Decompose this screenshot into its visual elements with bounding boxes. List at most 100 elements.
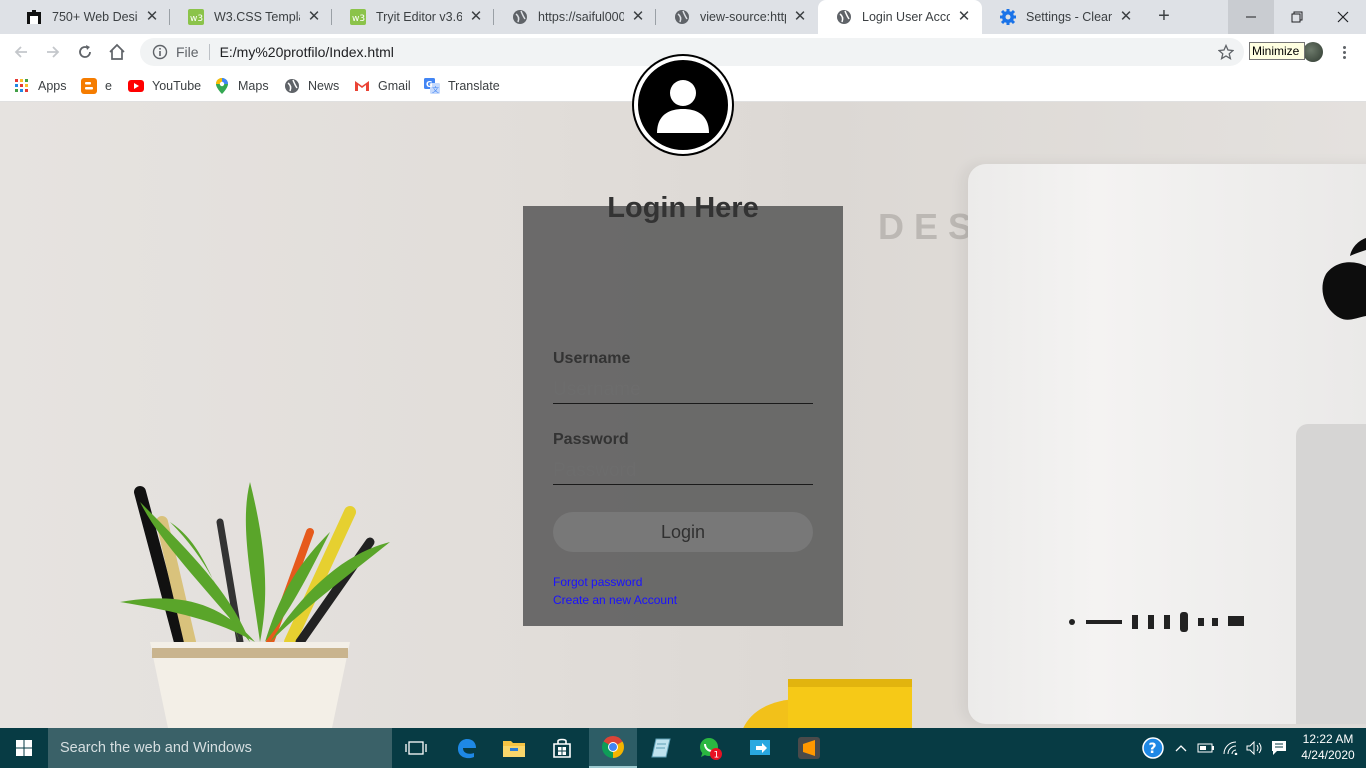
taskbar-search-box[interactable]: Search the web and Windows [48, 728, 392, 768]
notifications-tray-button[interactable] [1268, 728, 1290, 768]
globe-icon [284, 78, 300, 94]
tab-settings[interactable]: Settings - Clean up ✕ [982, 0, 1144, 34]
login-title: Login Here [607, 192, 759, 224]
file-explorer-taskbar-button[interactable] [490, 728, 538, 768]
store-bag-icon [553, 738, 571, 758]
login-card [523, 206, 843, 626]
login-button[interactable]: Login [553, 512, 813, 552]
home-button[interactable] [105, 40, 129, 64]
password-label: Password [553, 431, 629, 448]
tab-web-design[interactable]: 750+ Web Design ✕ [8, 0, 170, 34]
tab-tryit-editor[interactable]: w3 Tryit Editor v3.6 ✕ [332, 0, 494, 34]
action-center-icon [1272, 741, 1286, 755]
sublime-taskbar-button[interactable] [785, 728, 833, 768]
close-icon [1337, 11, 1349, 23]
help-tray-button[interactable]: ? [1140, 728, 1166, 768]
tab-saiful[interactable]: https://saiful000.g ✕ [494, 0, 656, 34]
create-account-link[interactable]: Create an new Account [553, 593, 677, 607]
translate-icon: G文 [424, 78, 440, 94]
back-arrow-icon [14, 46, 27, 58]
tab-w3css-templates[interactable]: w3 W3.CSS Templates ✕ [170, 0, 332, 34]
edge-taskbar-button[interactable] [442, 728, 490, 768]
tab-strip: 750+ Web Design ✕ w3 W3.CSS Templates ✕ … [0, 0, 1366, 34]
user-avatar-icon [634, 56, 732, 154]
site-favicon [26, 9, 42, 25]
close-tab-icon[interactable]: ✕ [1118, 9, 1134, 25]
system-clock[interactable]: 12:22 AM 4/24/2020 [1290, 731, 1366, 763]
blogger-icon [81, 78, 97, 94]
w3-favicon: w3 [350, 9, 366, 25]
minimize-button[interactable] [1228, 0, 1274, 34]
apple-logo-icon [1322, 238, 1366, 320]
notes-taskbar-button[interactable] [637, 728, 685, 768]
profile-avatar[interactable] [1303, 42, 1323, 62]
close-tab-icon[interactable]: ✕ [792, 9, 808, 25]
wifi-icon [1223, 741, 1238, 755]
volume-tray-button[interactable] [1244, 728, 1266, 768]
wifi-tray-button[interactable] [1220, 728, 1242, 768]
forward-arrow-icon [47, 46, 60, 58]
close-tab-icon[interactable]: ✕ [306, 9, 322, 25]
gear-icon [1000, 9, 1016, 25]
tab-view-source[interactable]: view-source:https: ✕ [656, 0, 818, 34]
svg-text:w3: w3 [190, 14, 203, 24]
close-tab-icon[interactable]: ✕ [630, 9, 646, 25]
browser-menu-button[interactable] [1334, 42, 1354, 62]
maps-pin-icon [214, 78, 230, 94]
chevron-up-icon [1175, 745, 1187, 752]
apps-grid-icon [14, 78, 30, 94]
bookmark-apps[interactable]: Apps [14, 76, 67, 96]
forward-button[interactable] [41, 40, 65, 64]
tray-overflow-button[interactable] [1172, 728, 1190, 768]
restore-button[interactable] [1274, 0, 1320, 34]
bookmark-blogger[interactable]: e [81, 76, 112, 96]
battery-tray-button[interactable] [1194, 728, 1218, 768]
forgot-password-link[interactable]: Forgot password [553, 575, 642, 589]
close-tab-icon[interactable]: ✕ [956, 9, 972, 25]
bookmark-youtube[interactable]: YouTube [128, 76, 201, 96]
close-tab-icon[interactable]: ✕ [468, 9, 484, 25]
bookmark-news[interactable]: News [284, 76, 339, 96]
info-icon[interactable] [152, 44, 168, 60]
folder-icon [503, 741, 525, 757]
task-view-icon [405, 741, 427, 755]
scheme-label: File [176, 44, 199, 60]
chrome-icon [602, 736, 624, 758]
remote-taskbar-button[interactable] [736, 728, 784, 768]
close-tab-icon[interactable]: ✕ [144, 9, 160, 25]
svg-text:文: 文 [432, 85, 439, 94]
whatsapp-icon: 1 [700, 738, 722, 761]
url-text[interactable]: E:/my%20protfilo/Index.html [220, 44, 394, 60]
minimize-icon [1246, 16, 1256, 18]
tab-login-user-account[interactable]: Login User Accoun ✕ [818, 0, 982, 34]
sublime-text-icon [798, 737, 820, 759]
help-icon: ? [1142, 737, 1164, 759]
close-window-button[interactable] [1320, 0, 1366, 34]
chrome-taskbar-button[interactable] [589, 728, 637, 768]
start-button[interactable] [0, 728, 48, 768]
password-input[interactable] [553, 457, 813, 485]
monitor-ports [1069, 612, 1244, 632]
back-button[interactable] [9, 40, 33, 64]
reload-button[interactable] [73, 40, 97, 64]
username-input[interactable] [553, 376, 813, 404]
svg-text:?: ? [1149, 741, 1157, 757]
monitor-stand [1296, 424, 1366, 724]
task-view-button[interactable] [392, 728, 440, 768]
whatsapp-taskbar-button[interactable]: 1 [686, 728, 734, 768]
bookmark-gmail[interactable]: Gmail [354, 76, 411, 96]
wall-lettering: DES [878, 206, 983, 247]
bookmark-translate[interactable]: G文 Translate [424, 76, 500, 96]
bookmark-maps[interactable]: Maps [214, 76, 269, 96]
username-label: Username [553, 350, 631, 367]
wall-lettering-decor [1020, 102, 1366, 120]
gmail-icon [354, 78, 370, 94]
whatsapp-badge: 1 [714, 751, 720, 761]
bookmark-star-icon[interactable] [1218, 44, 1234, 60]
plant-pot [120, 482, 390, 728]
store-taskbar-button[interactable] [538, 728, 586, 768]
remote-connection-icon [750, 740, 770, 755]
new-tab-button[interactable]: + [1152, 5, 1176, 29]
clock-date: 4/24/2020 [1301, 748, 1355, 762]
w3-favicon: w3 [188, 9, 204, 25]
